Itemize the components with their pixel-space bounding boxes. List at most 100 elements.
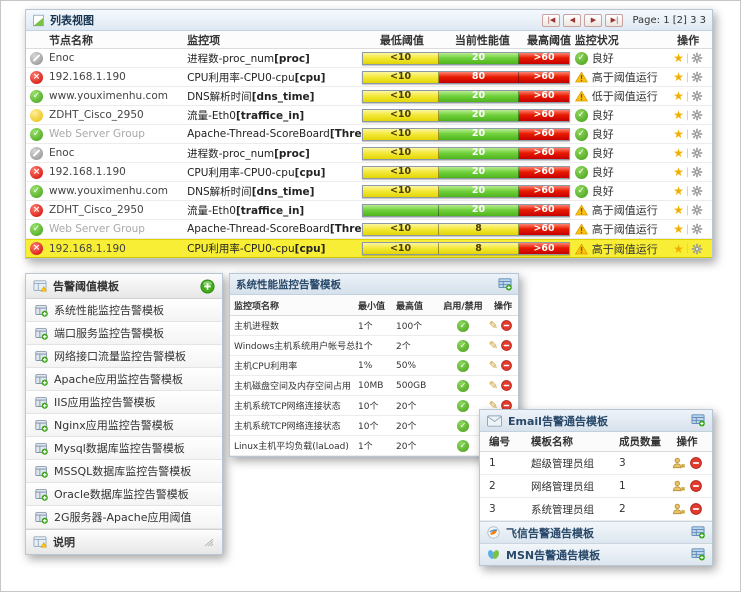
edit-pencil-icon[interactable]: ✎ <box>489 360 498 371</box>
perf-row[interactable]: 主机系统TCP网络连接状态10个20个✓✎ <box>230 416 518 436</box>
delete-minus-icon[interactable] <box>501 340 512 351</box>
list-view-titlebar: 列表视图 |◀ ◀ ▶ ▶| Page: 1 [2] 3 3 <box>26 10 712 31</box>
add-to-table-button[interactable] <box>691 526 705 539</box>
favorite-star-icon[interactable]: ★ <box>673 147 684 159</box>
delete-minus-icon[interactable] <box>690 480 702 492</box>
last-page-button[interactable]: ▶| <box>605 14 623 27</box>
template-add-icon <box>35 511 48 524</box>
template-item-system-performance[interactable]: 系统性能监控告警模板 <box>26 299 222 322</box>
template-item-network-traffic[interactable]: 网络接口流量监控告警模板 <box>26 345 222 368</box>
settings-gear-icon[interactable] <box>691 52 703 64</box>
max-value: 50% <box>396 361 440 371</box>
perf-row[interactable]: 主机磁盘空间及内存空间占用10MB500GB✓✎ <box>230 376 518 396</box>
email-template-row[interactable]: 1超级管理员组3 <box>480 452 712 475</box>
edit-pencil-icon[interactable]: ✎ <box>489 340 498 351</box>
table-row[interactable]: Enoc 进程数-proc_num[proc] <1020>60 ✓良好 ★| <box>26 144 712 163</box>
favorite-star-icon[interactable]: ★ <box>673 128 684 140</box>
settings-gear-icon[interactable] <box>691 147 703 159</box>
add-to-table-button[interactable] <box>498 278 512 291</box>
edit-pencil-icon[interactable]: ✎ <box>489 320 498 331</box>
template-item-mysql[interactable]: Mysql数据库监控告警模板 <box>26 437 222 460</box>
edit-members-icon[interactable] <box>672 480 686 492</box>
template-item-oracle[interactable]: Oracle数据库监控告警模板 <box>26 483 222 506</box>
settings-gear-icon[interactable] <box>691 223 703 235</box>
monitor-item-label: Apache-Thread-ScoreBoard <box>187 128 330 140</box>
monitor-item-tag: [proc] <box>274 53 310 65</box>
first-page-button[interactable]: |◀ <box>542 14 560 27</box>
edit-members-icon[interactable] <box>672 503 686 515</box>
enabled-icon[interactable]: ✓ <box>457 320 469 332</box>
add-to-table-button[interactable] <box>691 414 705 427</box>
favorite-star-icon[interactable]: ★ <box>673 109 684 121</box>
add-template-button[interactable] <box>200 279 215 294</box>
favorite-star-icon[interactable]: ★ <box>673 185 684 197</box>
table-row[interactable]: ✓Web Server Group Apache-Thread-ScoreBoa… <box>26 220 712 239</box>
settings-gear-icon[interactable] <box>691 243 703 255</box>
table-row[interactable]: ×ZDHT_Cisco_2950 流量-Eth0[traffice_in] 20… <box>26 201 712 220</box>
favorite-star-icon[interactable]: ★ <box>673 204 684 216</box>
template-item-port-service[interactable]: 端口服务监控告警模板 <box>26 322 222 345</box>
settings-gear-icon[interactable] <box>691 90 703 102</box>
table-row[interactable]: ×192.168.1.190 CPU利用率-CPU0-cpu[cpu] <108… <box>26 68 712 87</box>
monitor-item-label: CPU利用率-CPU0-cpu <box>187 243 295 255</box>
template-item-apache[interactable]: Apache应用监控告警模板 <box>26 368 222 391</box>
delete-minus-icon[interactable] <box>690 503 702 515</box>
perf-row[interactable]: 主机系统TCP网络连接状态10个20个✓✎ <box>230 396 518 416</box>
table-row-selected[interactable]: ×192.168.1.190 CPU利用率-CPU0-cpu[cpu] <108… <box>26 239 712 258</box>
settings-gear-icon[interactable] <box>691 204 703 216</box>
enabled-icon[interactable]: ✓ <box>457 420 469 432</box>
template-item-mssql[interactable]: MSSQL数据库监控告警模板 <box>26 460 222 483</box>
edit-pencil-icon[interactable]: ✎ <box>489 380 498 391</box>
next-page-button[interactable]: ▶ <box>584 14 602 27</box>
perf-row[interactable]: Windows主机系统用户帐号总数1个2个✓✎ <box>230 336 518 356</box>
feixin-template-bar[interactable]: 飞信告警通告模板 <box>480 521 712 543</box>
table-row[interactable]: Enoc 进程数-proc_num[proc] <1020>60 ✓良好 ★| <box>26 49 712 68</box>
template-add-icon <box>35 304 48 317</box>
favorite-star-icon[interactable]: ★ <box>673 52 684 64</box>
add-to-table-button[interactable] <box>691 548 705 561</box>
enabled-icon[interactable]: ✓ <box>457 340 469 352</box>
perf-row[interactable]: Linux主机平均负载(laLoad)1个20个✓✎ <box>230 436 518 456</box>
enabled-icon[interactable]: ✓ <box>457 360 469 372</box>
table-row[interactable]: ×192.168.1.190 CPU利用率-CPU0-cpu[cpu] <102… <box>26 163 712 182</box>
delete-minus-icon[interactable] <box>501 380 512 391</box>
page-indicator[interactable]: Page: 1 [2] 3 3 <box>632 15 706 26</box>
prev-page-button[interactable]: ◀ <box>563 14 581 27</box>
monitor-item-label: Apache-Thread-ScoreBoard <box>187 223 330 235</box>
max-value: 20个 <box>396 419 440 432</box>
enabled-icon[interactable]: ✓ <box>457 440 469 452</box>
description-bar[interactable]: 说明 <box>26 529 222 554</box>
edit-members-icon[interactable] <box>672 457 686 469</box>
template-item-iis[interactable]: IIS应用监控告警模板 <box>26 391 222 414</box>
status-warning-icon <box>575 71 588 83</box>
perf-row[interactable]: 主机CPU利用率1%50%✓✎ <box>230 356 518 376</box>
status-text: 高于阈值运行 <box>592 202 658 218</box>
template-item-2g-apache[interactable]: 2G服务器-Apache应用阈值 <box>26 506 222 529</box>
enabled-icon[interactable]: ✓ <box>457 380 469 392</box>
email-template-row[interactable]: 2网络管理员组1 <box>480 475 712 498</box>
settings-gear-icon[interactable] <box>691 71 703 83</box>
email-template-row[interactable]: 3系统管理员组2 <box>480 498 712 521</box>
favorite-star-icon[interactable]: ★ <box>673 166 684 178</box>
settings-gear-icon[interactable] <box>691 185 703 197</box>
table-row[interactable]: ✓www.youximenhu.com DNS解析时间[dns_time] <1… <box>26 182 712 201</box>
delete-minus-icon[interactable] <box>501 320 512 331</box>
settings-gear-icon[interactable] <box>691 166 703 178</box>
table-row[interactable]: ✓www.youximenhu.com DNS解析时间[dns_time] <1… <box>26 87 712 106</box>
settings-gear-icon[interactable] <box>691 128 703 140</box>
delete-minus-icon[interactable] <box>690 457 702 469</box>
table-row[interactable]: ZDHT_Cisco_2950 流量-Eth0[traffice_in] <10… <box>26 106 712 125</box>
favorite-star-icon[interactable]: ★ <box>673 90 684 102</box>
favorite-star-icon[interactable]: ★ <box>673 223 684 235</box>
template-item-nginx[interactable]: Nginx应用监控告警模板 <box>26 414 222 437</box>
enabled-icon[interactable]: ✓ <box>457 400 469 412</box>
favorite-star-icon[interactable]: ★ <box>673 71 684 83</box>
table-row[interactable]: ✓Web Server Group Apache-Thread-ScoreBoa… <box>26 125 712 144</box>
favorite-star-icon[interactable]: ★ <box>673 243 684 255</box>
delete-minus-icon[interactable] <box>501 360 512 371</box>
msn-template-bar[interactable]: MSN告警通告模板 <box>480 543 712 565</box>
perf-row[interactable]: 主机进程数1个100个✓✎ <box>230 316 518 336</box>
settings-gear-icon[interactable] <box>691 109 703 121</box>
node-name: Web Server Group <box>49 223 145 235</box>
status-ok-icon: ✓ <box>575 109 588 122</box>
